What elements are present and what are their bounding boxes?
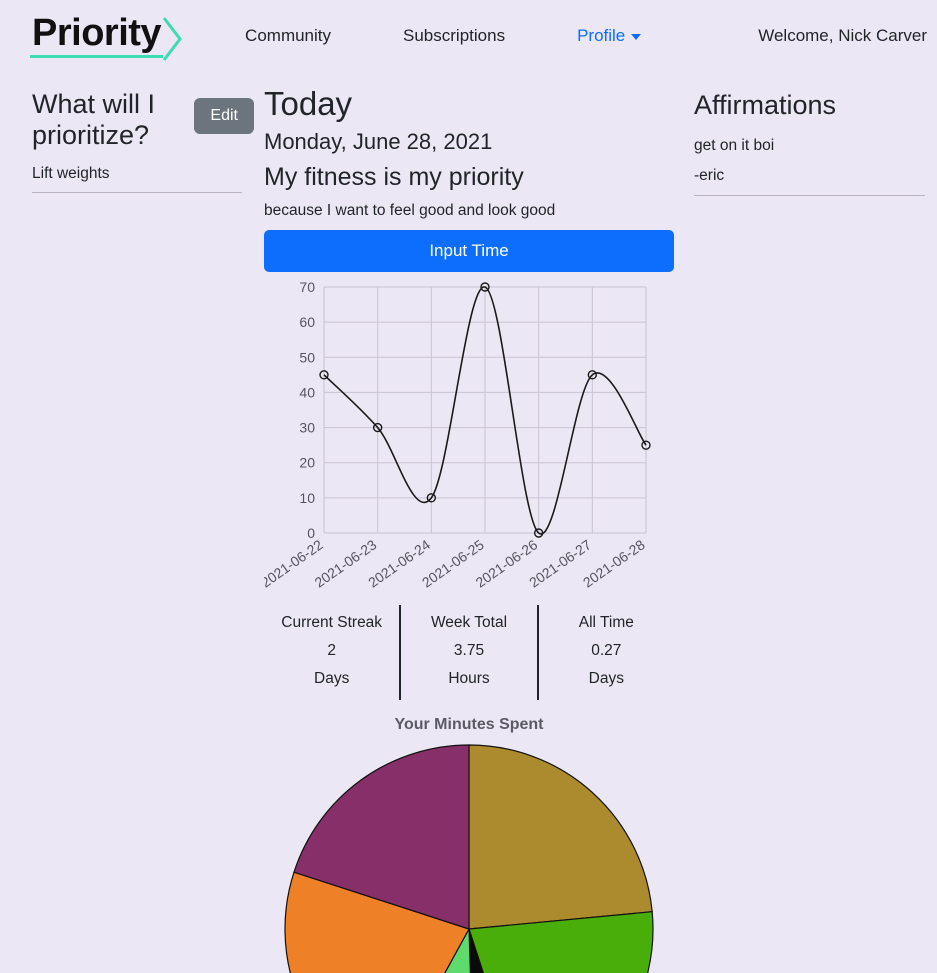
svg-text:20: 20 [299,455,315,471]
affirmations-title: Affirmations [694,90,837,120]
main-content: Today Monday, June 28, 2021 My fitness i… [254,72,684,973]
nav-link-profile[interactable]: Profile [577,26,642,46]
nav-link-subscriptions[interactable]: Subscriptions [403,26,505,46]
svg-text:30: 30 [299,420,315,436]
svg-text:60: 60 [299,314,315,330]
stat-label: Week Total [430,613,508,631]
goal-title: My fitness is my priority [264,162,524,191]
sidebar-left-header: What will I prioritize? Edit [32,72,254,151]
today-date: Monday, June 28, 2021 [264,128,493,154]
stat-unit: Days [588,670,624,688]
goal-reason: because I want to feel good and look goo… [264,201,556,219]
sidebar-right: Affirmations get on it boi -eric [684,72,937,196]
brand-chevron-icon [162,17,182,61]
stat-label: All Time [578,613,634,631]
nav-link-profile-label: Profile [577,26,626,45]
stat-current-streak: Current Streak 2 Days [264,605,399,700]
sidebar-left: What will I prioritize? Edit Lift weight… [0,72,254,193]
stat-label: Current Streak [281,613,383,631]
affirmation-text: get on it boi [694,137,775,154]
nav-links: Community Subscriptions Profile [245,26,758,46]
line-chart-svg: 0102030405060702021-06-222021-06-232021-… [258,279,651,590]
welcome-message: Welcome, Nick Carver [758,26,927,45]
brand-logo[interactable]: Priority [28,12,183,61]
stat-unit: Hours [448,670,490,688]
input-time-button[interactable]: Input Time [264,229,674,272]
priority-list: Lift weights [32,165,254,193]
minutes-pie-chart [264,743,674,973]
brand-underline [30,55,164,58]
edit-button[interactable]: Edit [194,98,254,134]
chevron-down-icon [631,34,642,40]
stat-value: 0.27 [591,642,622,660]
stats-row: Current Streak 2 Days Week Total 3.75 Ho… [264,604,674,700]
page-body: What will I prioritize? Edit Lift weight… [0,72,937,973]
prioritize-prompt-title: What will I prioritize? [32,89,156,150]
list-item[interactable]: Lift weights [32,165,242,193]
pie-chart-svg [284,743,654,973]
stat-all-time: All Time 0.27 Days [536,604,674,700]
pie-slice [468,743,653,930]
minutes-line-chart: 0 10 20 30 40 50 60 70 2021-06-22 2021-06-23 2021-… [258,274,674,599]
stat-unit: Days [314,670,350,688]
stat-value: 3.75 [453,642,485,660]
svg-text:40: 40 [299,384,315,400]
top-navbar: Priority Community Subscriptions Profile… [0,0,937,72]
svg-text:70: 70 [299,279,315,295]
affirmation-author: -eric [694,167,925,196]
list-item[interactable]: get on it boi -eric [694,137,925,196]
page-title: Today [264,85,353,122]
svg-text:50: 50 [299,349,315,365]
stat-week-total: Week Total 3.75 Hours [399,604,536,700]
svg-text:10: 10 [299,490,315,506]
affirmations-list: get on it boi -eric [694,137,937,196]
brand-logo-text: Priority [32,12,162,54]
stat-value: 2 [327,642,336,660]
nav-link-community[interactable]: Community [245,26,331,46]
pie-chart-title: Your Minutes Spent [394,715,544,733]
